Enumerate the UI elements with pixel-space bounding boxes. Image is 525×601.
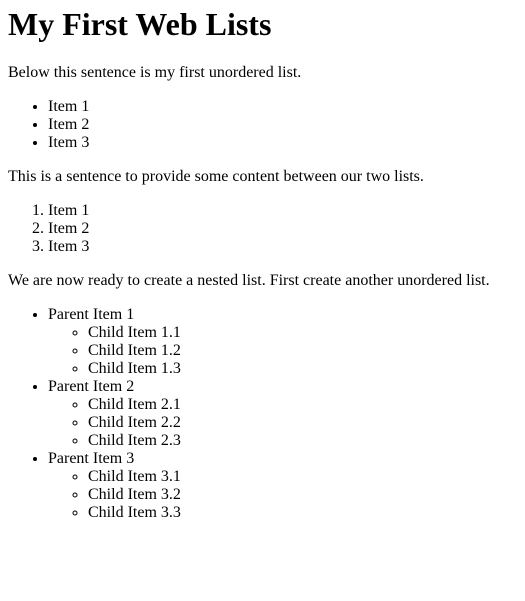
page-title: My First Web Lists: [8, 6, 272, 42]
child-list-item: Child Item 3.1: [88, 468, 517, 486]
list-item: Item 1: [48, 202, 517, 220]
child-list-item: Child Item 1.2: [88, 342, 517, 360]
list-item: Item 2: [48, 116, 517, 134]
unordered-list: Item 1 Item 2 Item 3: [8, 98, 517, 152]
child-list-item: Child Item 1.1: [88, 324, 517, 342]
child-list-item: Child Item 2.2: [88, 414, 517, 432]
child-list: Child Item 1.1 Child Item 1.2 Child Item…: [48, 324, 517, 378]
parent-item-label: Parent Item 1: [48, 306, 135, 323]
nested-list: Parent Item 1 Child Item 1.1 Child Item …: [8, 306, 517, 522]
parent-item-label: Parent Item 3: [48, 450, 135, 467]
child-list: Child Item 3.1 Child Item 3.2 Child Item…: [48, 468, 517, 522]
child-list-item: Child Item 3.3: [88, 504, 517, 522]
parent-item-label: Parent Item 2: [48, 378, 135, 395]
child-list-item: Child Item 2.1: [88, 396, 517, 414]
child-list-item: Child Item 2.3: [88, 432, 517, 450]
page-content: My First Web Lists Below this sentence i…: [0, 6, 525, 522]
child-list-item: Child Item 3.2: [88, 486, 517, 504]
between-paragraph: This is a sentence to provide some conte…: [8, 168, 424, 185]
parent-list-item: Parent Item 3 Child Item 3.1 Child Item …: [48, 450, 517, 522]
ordered-list: Item 1 Item 2 Item 3: [8, 202, 517, 256]
list-item: Item 1: [48, 98, 517, 116]
nested-intro-paragraph: We are now ready to create a nested list…: [8, 272, 490, 289]
list-item: Item 3: [48, 238, 517, 256]
list-item: Item 3: [48, 134, 517, 152]
list-item: Item 2: [48, 220, 517, 238]
child-list-item: Child Item 1.3: [88, 360, 517, 378]
parent-list-item: Parent Item 1 Child Item 1.1 Child Item …: [48, 306, 517, 378]
parent-list-item: Parent Item 2 Child Item 2.1 Child Item …: [48, 378, 517, 450]
child-list: Child Item 2.1 Child Item 2.2 Child Item…: [48, 396, 517, 450]
intro-paragraph: Below this sentence is my first unordere…: [8, 64, 302, 81]
